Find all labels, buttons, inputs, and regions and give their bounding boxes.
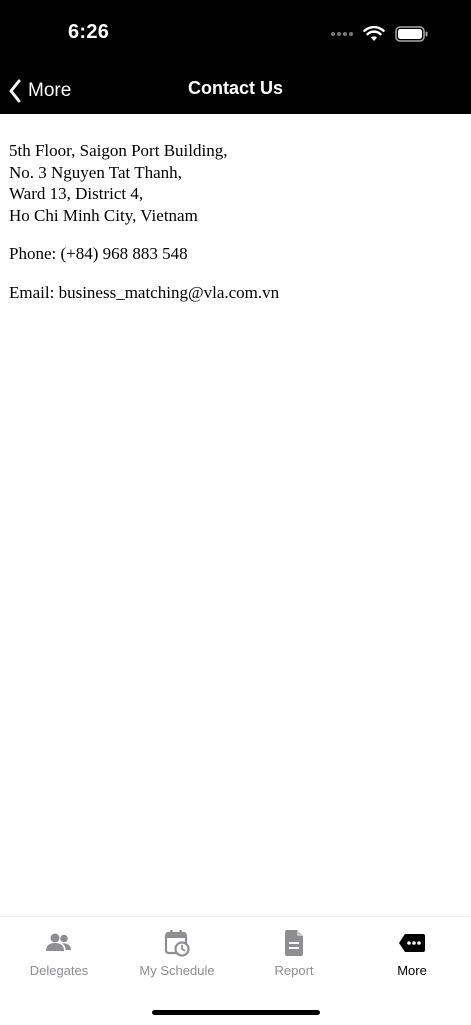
home-indicator	[152, 1010, 320, 1015]
top-bar: 6:26 More Contact Us	[0, 0, 471, 114]
email-text: Email: business_matching@vla.com.vn	[9, 282, 280, 302]
address-line: Ward 13, District 4,	[9, 184, 144, 203]
battery-icon	[395, 26, 428, 42]
tab-delegates[interactable]: Delegates	[0, 929, 118, 989]
page-title: Contact Us	[187, 78, 283, 98]
tab-label: More	[397, 963, 427, 978]
address-line: 5th Floor, Saigon Port Building,	[9, 141, 228, 160]
tab-my-schedule[interactable]: My Schedule	[118, 929, 236, 989]
tab-report[interactable]: Report	[235, 929, 353, 989]
tab-bar: Delegates My Schedule Report More	[0, 916, 471, 1025]
tab-label: Delegates	[29, 963, 89, 978]
address-block: 5th Floor, Saigon Port Building, No. 3 N…	[9, 140, 449, 226]
phone-text: Phone: (+84) 968 883 548	[9, 244, 188, 263]
more-icon	[398, 929, 426, 957]
tab-label: Report	[274, 963, 314, 978]
signal-icon	[331, 32, 353, 36]
tab-more[interactable]: More	[353, 929, 471, 989]
status-icons	[331, 24, 429, 44]
contact-content: 5th Floor, Saigon Port Building, No. 3 N…	[9, 140, 449, 320]
status-time: 6:26	[68, 21, 110, 43]
address-line: Ho Chi Minh City, Vietnam	[9, 205, 198, 225]
people-icon	[45, 929, 73, 957]
wifi-icon	[363, 26, 385, 41]
calendar-clock-icon	[163, 929, 191, 957]
tab-label: My Schedule	[139, 963, 215, 978]
document-icon	[280, 929, 308, 957]
address-line: No. 3 Nguyen Tat Thanh,	[9, 162, 182, 182]
